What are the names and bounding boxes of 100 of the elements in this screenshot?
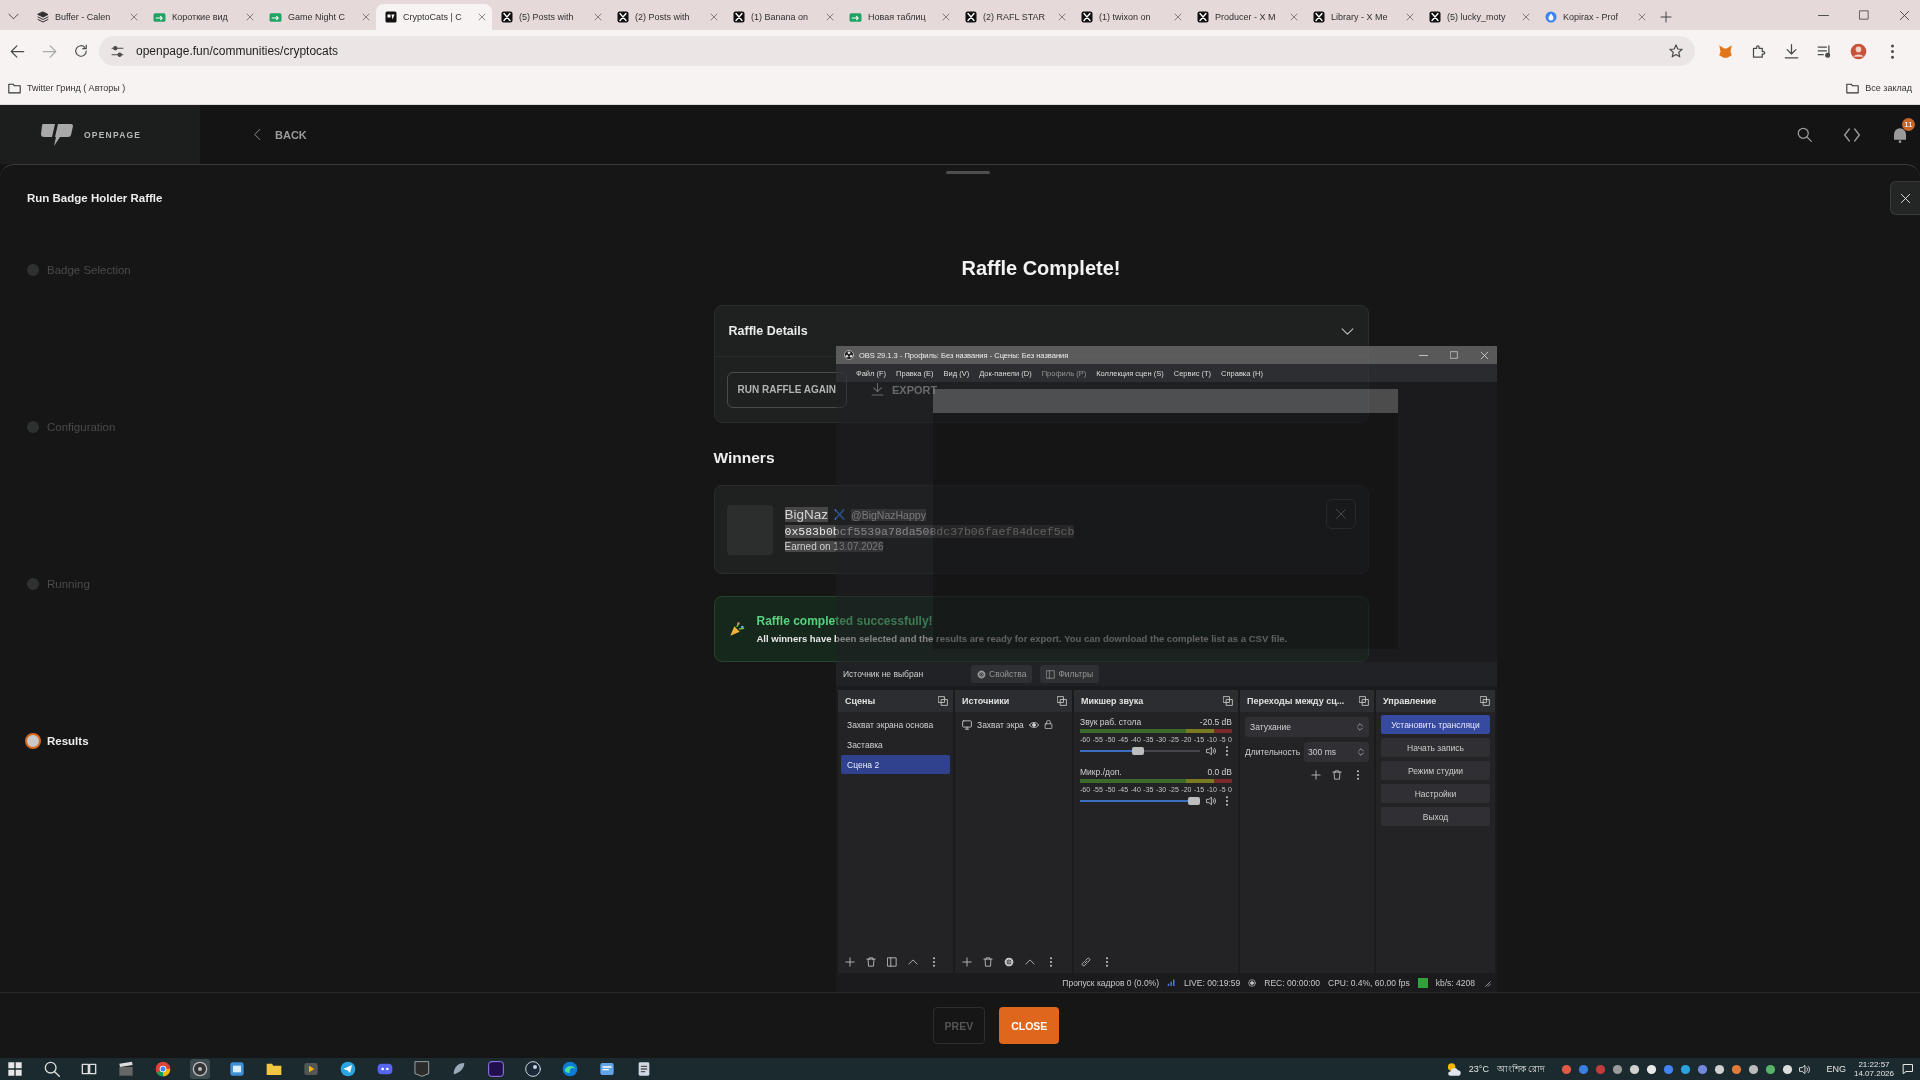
close-icon[interactable] xyxy=(594,13,602,21)
browser-tab[interactable]: Buffer - Calen xyxy=(28,4,144,30)
chevron-up-icon[interactable] xyxy=(1025,957,1035,967)
scene-item[interactable]: Сцена 2 xyxy=(841,755,950,774)
close-icon[interactable] xyxy=(1174,13,1182,21)
control-button[interactable]: Выход xyxy=(1381,807,1490,826)
close-icon[interactable] xyxy=(1058,13,1066,21)
close-icon[interactable] xyxy=(246,13,254,21)
reload-icon[interactable] xyxy=(74,44,88,58)
close-icon[interactable] xyxy=(942,13,950,21)
app-tile-icon[interactable] xyxy=(488,1061,504,1077)
folder-icon[interactable] xyxy=(266,1061,282,1077)
bell-icon[interactable] xyxy=(1892,126,1908,143)
panel-icon[interactable] xyxy=(887,957,897,967)
close-icon[interactable] xyxy=(478,13,486,21)
float-icon[interactable] xyxy=(1057,696,1067,706)
duration-field[interactable]: 300 ms xyxy=(1304,742,1369,762)
step-item[interactable]: Results xyxy=(25,731,89,751)
close-icon[interactable] xyxy=(1522,13,1530,21)
tray-app-icon[interactable] xyxy=(1646,1063,1658,1075)
run-again-button[interactable]: RUN RAFFLE AGAIN xyxy=(726,371,847,408)
close-icon[interactable] xyxy=(1899,9,1910,21)
avatar-icon[interactable] xyxy=(1850,42,1867,60)
maximize-icon[interactable] xyxy=(1859,10,1869,20)
control-button[interactable]: Установить трансляци xyxy=(1381,715,1490,734)
address-bar[interactable]: openpage.fun/communities/cryptocats xyxy=(99,36,1695,66)
media-list-icon[interactable] xyxy=(1817,43,1832,59)
tray-app-icon[interactable] xyxy=(1731,1063,1743,1075)
slider-thumb[interactable] xyxy=(1188,797,1200,805)
browser-tab[interactable]: (1) Banana on xyxy=(724,4,840,30)
drag-handle[interactable] xyxy=(946,171,990,174)
browser-tab[interactable]: Producer - X M xyxy=(1188,4,1304,30)
close-icon[interactable] xyxy=(1290,13,1298,21)
link-icon[interactable] xyxy=(1081,957,1091,967)
wave-logo-icon[interactable] xyxy=(562,1061,578,1077)
tray-app-icon[interactable] xyxy=(1612,1063,1624,1075)
chevron-up-icon[interactable] xyxy=(908,957,918,967)
puzzle-icon[interactable] xyxy=(1751,43,1766,59)
trash-icon[interactable] xyxy=(983,957,993,967)
disc-icon[interactable] xyxy=(190,1059,210,1079)
browser-icon[interactable] xyxy=(155,1061,171,1077)
control-button[interactable]: Режим студии xyxy=(1381,761,1490,780)
control-button[interactable]: Настройки xyxy=(1381,784,1490,803)
source-item[interactable]: Захват экра xyxy=(958,715,1069,734)
app-window-icon[interactable] xyxy=(599,1061,615,1077)
tray-app-icon[interactable] xyxy=(1629,1063,1641,1075)
close-icon[interactable] xyxy=(362,13,370,21)
close-icon[interactable] xyxy=(1638,13,1646,21)
clock-time[interactable]: 21:22:57 xyxy=(1858,1060,1890,1069)
browser-tab[interactable]: (5) Posts with xyxy=(492,4,608,30)
browser-tab[interactable]: (2) Posts with xyxy=(608,4,724,30)
speaker-icon[interactable] xyxy=(1799,1063,1811,1075)
tray-app-icon[interactable] xyxy=(1714,1063,1726,1075)
start-icon[interactable] xyxy=(7,1061,23,1077)
tray-app-icon[interactable] xyxy=(1765,1063,1777,1075)
notification-icon[interactable] xyxy=(1902,1063,1914,1075)
search-icon[interactable] xyxy=(44,1061,60,1077)
speaker-icon[interactable] xyxy=(1206,796,1216,806)
float-icon[interactable] xyxy=(1359,696,1369,706)
tray-app-icon[interactable] xyxy=(1782,1063,1794,1075)
close-icon[interactable] xyxy=(130,13,138,21)
bookmark-folder[interactable]: Twitter Гринд ( Авторы ) xyxy=(8,81,126,95)
browser-tab[interactable]: (1) twixon on xyxy=(1072,4,1188,30)
speaker-icon[interactable] xyxy=(1206,746,1216,756)
search-icon[interactable] xyxy=(1797,127,1812,142)
browser-tab[interactable]: CryptoCats | C xyxy=(376,4,492,30)
browser-tab[interactable]: (2) RAFL STAR xyxy=(956,4,1072,30)
paper-plane-icon[interactable] xyxy=(340,1061,356,1077)
speech-bubble-logo-icon[interactable] xyxy=(40,122,74,147)
browser-tab[interactable]: (5) lucky_moty xyxy=(1420,4,1536,30)
fox-head-icon[interactable] xyxy=(1718,43,1733,59)
star-icon[interactable] xyxy=(1669,44,1683,58)
download-icon[interactable] xyxy=(1784,43,1799,59)
lock-icon[interactable] xyxy=(1043,720,1053,729)
clock-date[interactable]: 14.07.2026 xyxy=(1853,1069,1894,1078)
back-arrow-icon[interactable] xyxy=(10,43,25,59)
back-button[interactable]: BACK xyxy=(252,128,307,141)
close-icon[interactable] xyxy=(826,13,834,21)
tray-app-icon[interactable] xyxy=(1748,1063,1760,1075)
float-icon[interactable] xyxy=(1223,696,1233,706)
all-bookmarks-button[interactable]: Все заклад xyxy=(1846,81,1912,95)
float-icon[interactable] xyxy=(938,696,948,706)
play-icon[interactable] xyxy=(303,1061,319,1077)
code-icon[interactable] xyxy=(1844,126,1860,143)
scene-item[interactable]: Захват экрана основа xyxy=(841,715,950,734)
browser-tab[interactable]: Kopirax - Prof xyxy=(1536,4,1652,30)
control-button[interactable]: Начать запись xyxy=(1381,738,1490,757)
gear-icon[interactable] xyxy=(1004,957,1014,967)
app-window-icon[interactable] xyxy=(229,1061,245,1077)
volume-slider[interactable] xyxy=(1080,797,1200,805)
scene-item[interactable]: Заставка xyxy=(841,735,950,754)
clapperboard-icon[interactable] xyxy=(118,1061,134,1077)
trash-icon[interactable] xyxy=(1332,770,1342,780)
tray-app-icon[interactable] xyxy=(1680,1063,1692,1075)
browser-tab[interactable]: Новая таблиц xyxy=(840,4,956,30)
float-icon[interactable] xyxy=(1480,696,1490,706)
eye-icon[interactable] xyxy=(1028,719,1039,730)
circle-app-icon[interactable] xyxy=(525,1061,541,1077)
browser-tab[interactable]: Game Night C xyxy=(260,4,376,30)
slider-thumb[interactable] xyxy=(1131,747,1144,755)
